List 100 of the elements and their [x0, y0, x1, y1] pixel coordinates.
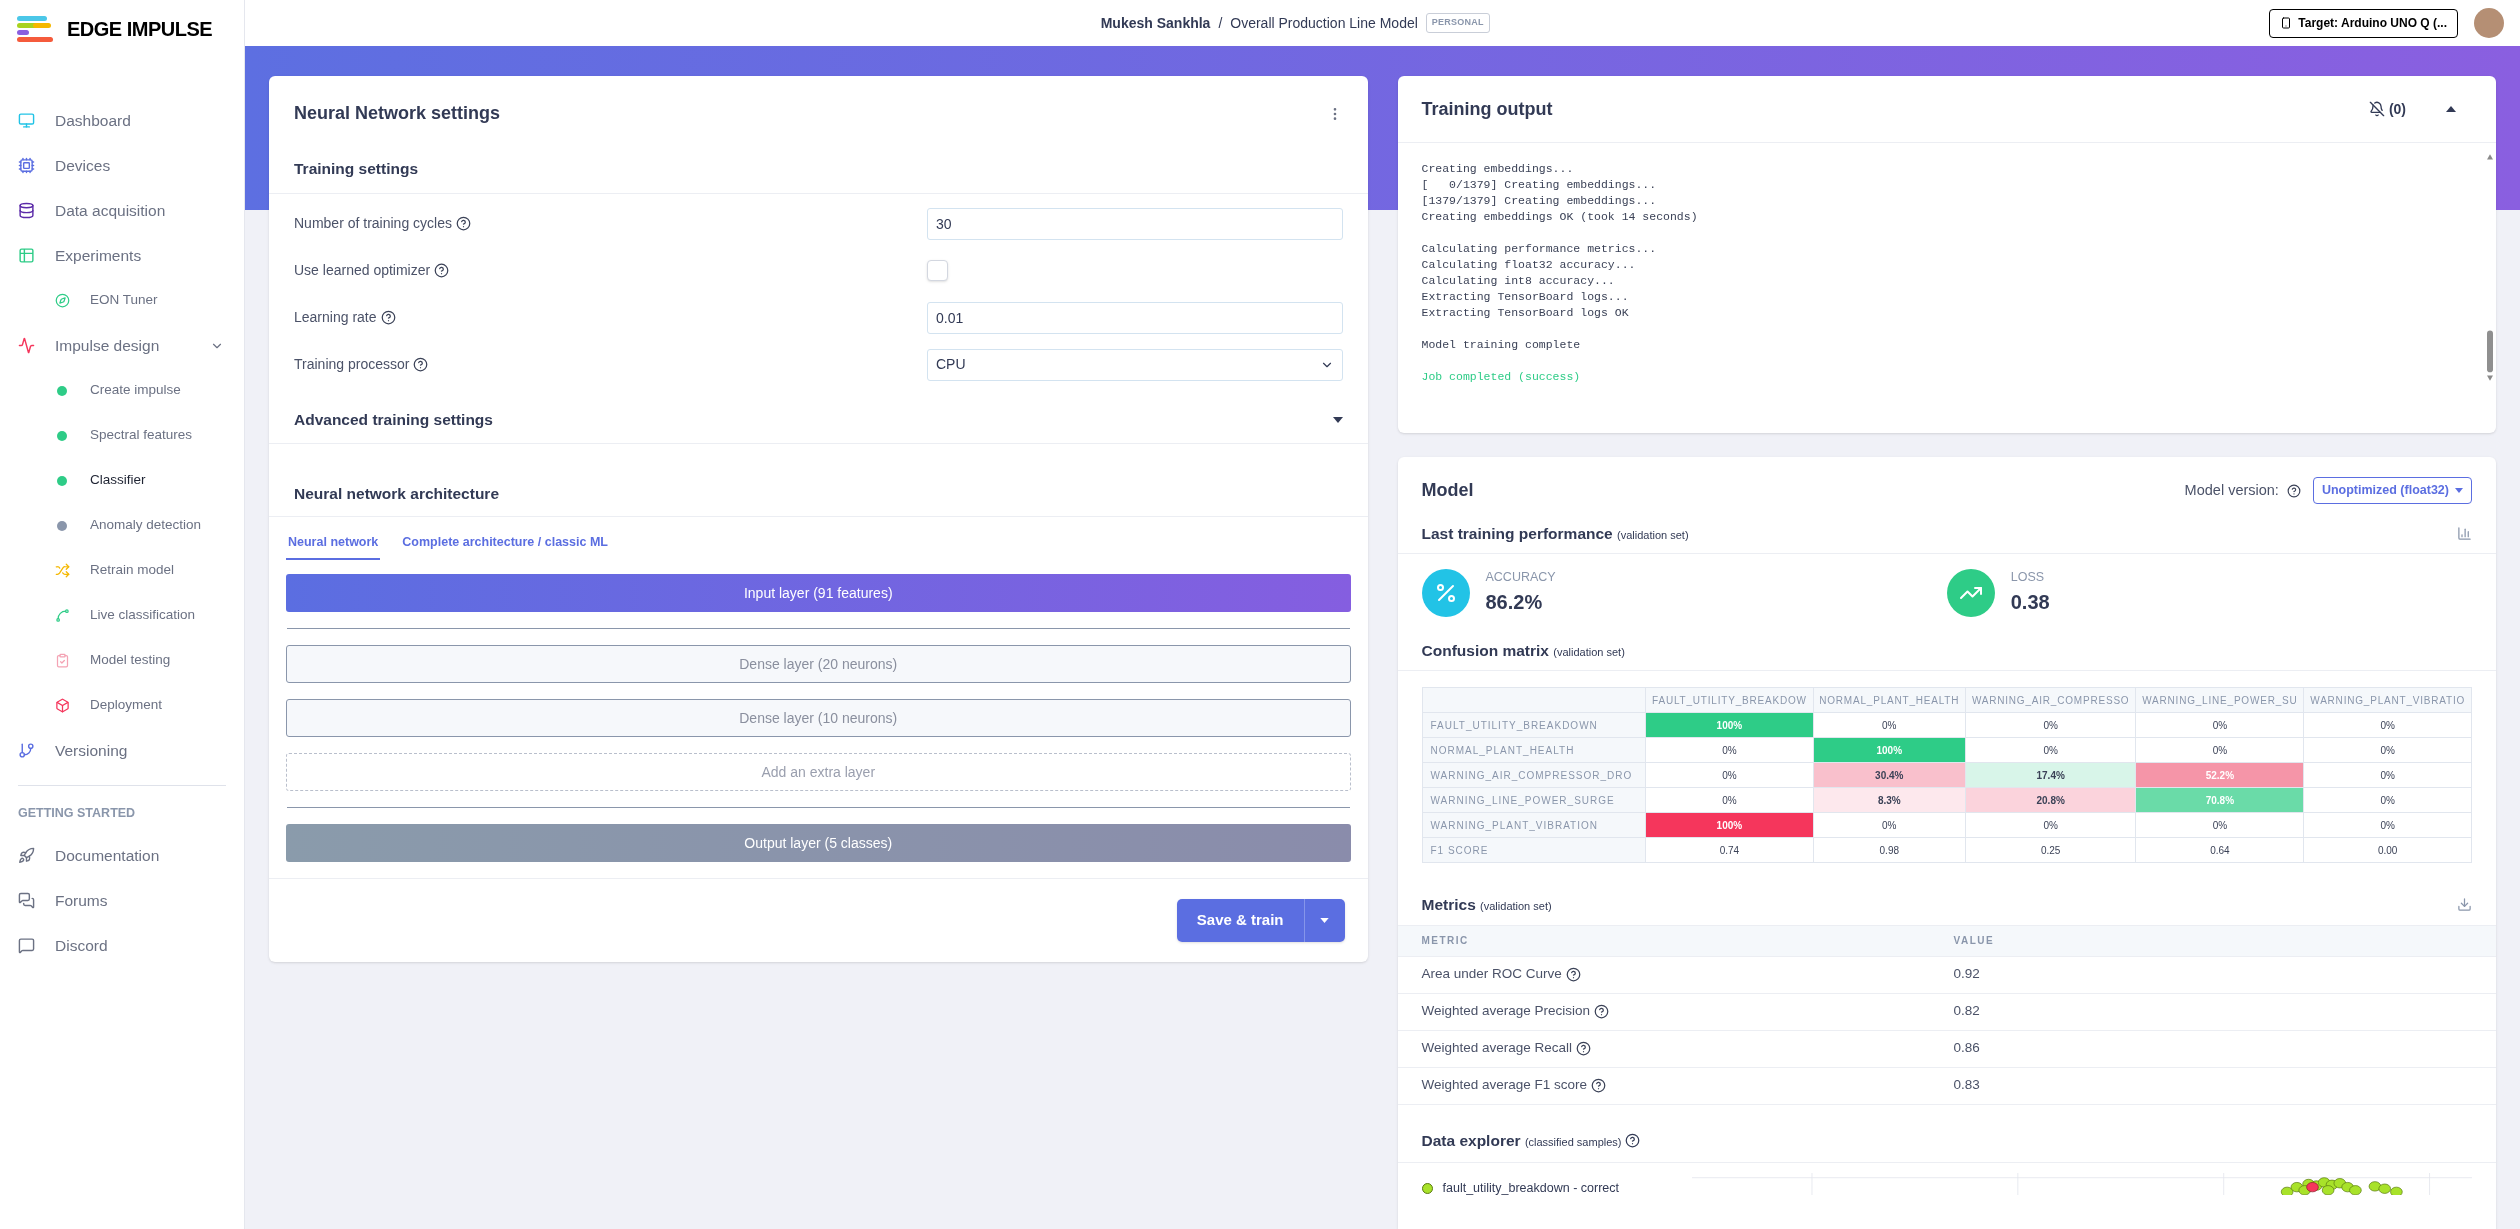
matrix-cell: 0% — [1645, 787, 1814, 813]
matrix-cell: 0.64 — [2135, 837, 2304, 863]
sidebar-item[interactable]: Devices — [0, 143, 244, 188]
sidebar-item[interactable]: Forums — [0, 877, 244, 923]
sidebar-subitem[interactable]: Classifier — [0, 458, 244, 503]
dense-layer[interactable]: Dense layer (20 neurons) — [286, 645, 1351, 683]
matrix-cell: 100% — [1645, 812, 1814, 838]
project-name[interactable]: Overall Production Line Model — [1230, 12, 1418, 34]
chip-icon — [18, 157, 35, 174]
sidebar-subitem[interactable]: Anomaly detection — [0, 503, 244, 548]
caret-icon[interactable] — [1332, 416, 1343, 423]
sidebar-subitem[interactable]: Model testing — [0, 638, 244, 683]
matrix-cell: 0% — [2135, 737, 2304, 763]
field-label: Number of training cycles — [294, 214, 452, 233]
clipboard-icon — [54, 653, 70, 668]
compass-icon — [54, 293, 70, 308]
download-icon[interactable] — [2457, 897, 2472, 913]
branch-icon — [18, 742, 35, 759]
matrix-cell: 0% — [2135, 712, 2304, 738]
metric-name: Area under ROC Curve — [1421, 965, 1562, 984]
output-layer[interactable]: Output layer (5 classes) — [286, 824, 1351, 862]
version-select[interactable]: Unoptimized (float32) — [2312, 477, 2472, 504]
stat-value: 86.2% — [1485, 590, 1544, 615]
add-layer-button[interactable]: Add an extra layer — [286, 753, 1351, 791]
notification-count: (0) — [2388, 99, 2406, 119]
sidebar-subitem[interactable]: EON Tuner — [0, 278, 244, 323]
breadcrumb-separator: / — [1218, 13, 1223, 33]
caret-icon — [1320, 918, 1329, 923]
input-layer[interactable]: Input layer (91 features) — [286, 574, 1351, 612]
help-icon[interactable] — [1576, 1041, 1592, 1056]
help-icon[interactable] — [434, 263, 450, 278]
sidebar-item[interactable]: Versioning — [0, 728, 244, 773]
brand-name: EDGE IMPULSE — [67, 17, 213, 42]
sidebar-item[interactable]: Experiments — [0, 233, 244, 278]
matrix-cell: 0.25 — [1965, 837, 2136, 863]
matrix-cell: 17.4% — [1965, 762, 2136, 788]
legend-label: fault_utility_breakdown - correct — [1442, 1179, 1619, 1197]
sidebar-subitem[interactable]: Retrain model — [0, 548, 244, 593]
metric-name: Weighted average Recall — [1421, 1039, 1573, 1058]
target-button[interactable]: Target: Arduino UNO Q (... — [2269, 8, 2458, 38]
help-icon[interactable] — [2286, 483, 2301, 498]
matrix-cell: 20.8% — [1965, 787, 2136, 813]
matrix-cell: 0% — [1965, 812, 2136, 838]
matrix-cell: 0% — [2303, 787, 2472, 813]
matrix-cell: 0% — [1645, 762, 1814, 788]
caret-icon[interactable] — [2446, 106, 2456, 112]
tab[interactable]: Complete architecture / classic ML — [400, 533, 610, 560]
matrix-cell: 70.8% — [2135, 787, 2304, 813]
shuffle-icon — [54, 563, 70, 578]
field-label: Learning rate — [294, 308, 377, 327]
owner-name[interactable]: Mukesh Sankhla — [1100, 12, 1211, 34]
avatar[interactable] — [2474, 8, 2504, 38]
help-icon[interactable] — [1594, 1004, 1610, 1019]
chat-icon — [18, 891, 35, 909]
sidebar-subitem[interactable]: Spectral features — [0, 413, 244, 458]
select-field[interactable]: CPU — [927, 348, 1343, 381]
dropdown-toggle[interactable] — [1303, 899, 1345, 942]
metric-value: 0.92 — [1953, 965, 1980, 984]
matrix-cell: 0% — [1965, 712, 2136, 738]
sidebar-item[interactable]: Documentation — [0, 832, 244, 878]
help-icon[interactable] — [1565, 967, 1581, 982]
bell-off-icon[interactable] — [2368, 101, 2385, 117]
card-title: Neural Network settings — [294, 102, 501, 125]
section-title: Advanced training settings — [294, 410, 493, 430]
dense-layer[interactable]: Dense layer (10 neurons) — [286, 699, 1351, 737]
help-icon[interactable] — [413, 357, 429, 372]
matrix-cell: 0.74 — [1645, 837, 1814, 863]
help-icon[interactable] — [455, 216, 471, 231]
row-header: WARNING_LINE_POWER_SURGE — [1422, 787, 1646, 813]
section-title: Data explorer (classified samples) — [1421, 1130, 1622, 1151]
pulse-icon — [18, 337, 35, 354]
caret-icon — [2455, 488, 2463, 493]
tab[interactable]: Neural network — [286, 533, 381, 560]
column-header: WARNING_PLANT_VIBRATIO — [2303, 687, 2472, 713]
column-header: WARNING_AIR_COMPRESSO — [1965, 687, 2136, 713]
sidebar-item[interactable]: Discord — [0, 922, 244, 968]
metric-value: 0.83 — [1953, 1076, 1980, 1095]
input-field[interactable]: 0.01 — [927, 301, 1343, 334]
help-icon[interactable] — [1625, 1132, 1641, 1148]
sidebar-subitem[interactable]: Deployment — [0, 683, 244, 728]
checkbox[interactable] — [927, 260, 948, 281]
row-header: FAULT_UTILITY_BREAKDOWN — [1422, 712, 1646, 738]
version-label: Model version: — [2184, 480, 2279, 500]
help-icon[interactable] — [1591, 1078, 1607, 1093]
sidebar-subitem[interactable]: Create impulse — [0, 368, 244, 413]
input-field[interactable]: 30 — [927, 207, 1343, 240]
sidebar-item[interactable]: Impulse design — [0, 323, 244, 368]
card-title: Training output — [1421, 97, 1553, 121]
column-header: FAULT_UTILITY_BREAKDOW — [1645, 687, 1814, 713]
help-icon[interactable] — [380, 310, 396, 325]
matrix-cell: 0% — [2303, 712, 2472, 738]
sidebar-subitem[interactable]: Live classification — [0, 593, 244, 638]
monitor-icon — [18, 112, 35, 129]
save-train-button[interactable]: Save & train — [1176, 899, 1304, 942]
sidebar-item[interactable]: Dashboard — [0, 98, 244, 143]
metric-name: Weighted average Precision — [1421, 1002, 1591, 1021]
plan-badge: PERSONAL — [1425, 13, 1490, 33]
row-header: NORMAL_PLANT_HEALTH — [1422, 737, 1646, 763]
section-title: Last training performance (validation set) — [1421, 524, 1689, 544]
sidebar-item[interactable]: Data acquisition — [0, 188, 244, 233]
